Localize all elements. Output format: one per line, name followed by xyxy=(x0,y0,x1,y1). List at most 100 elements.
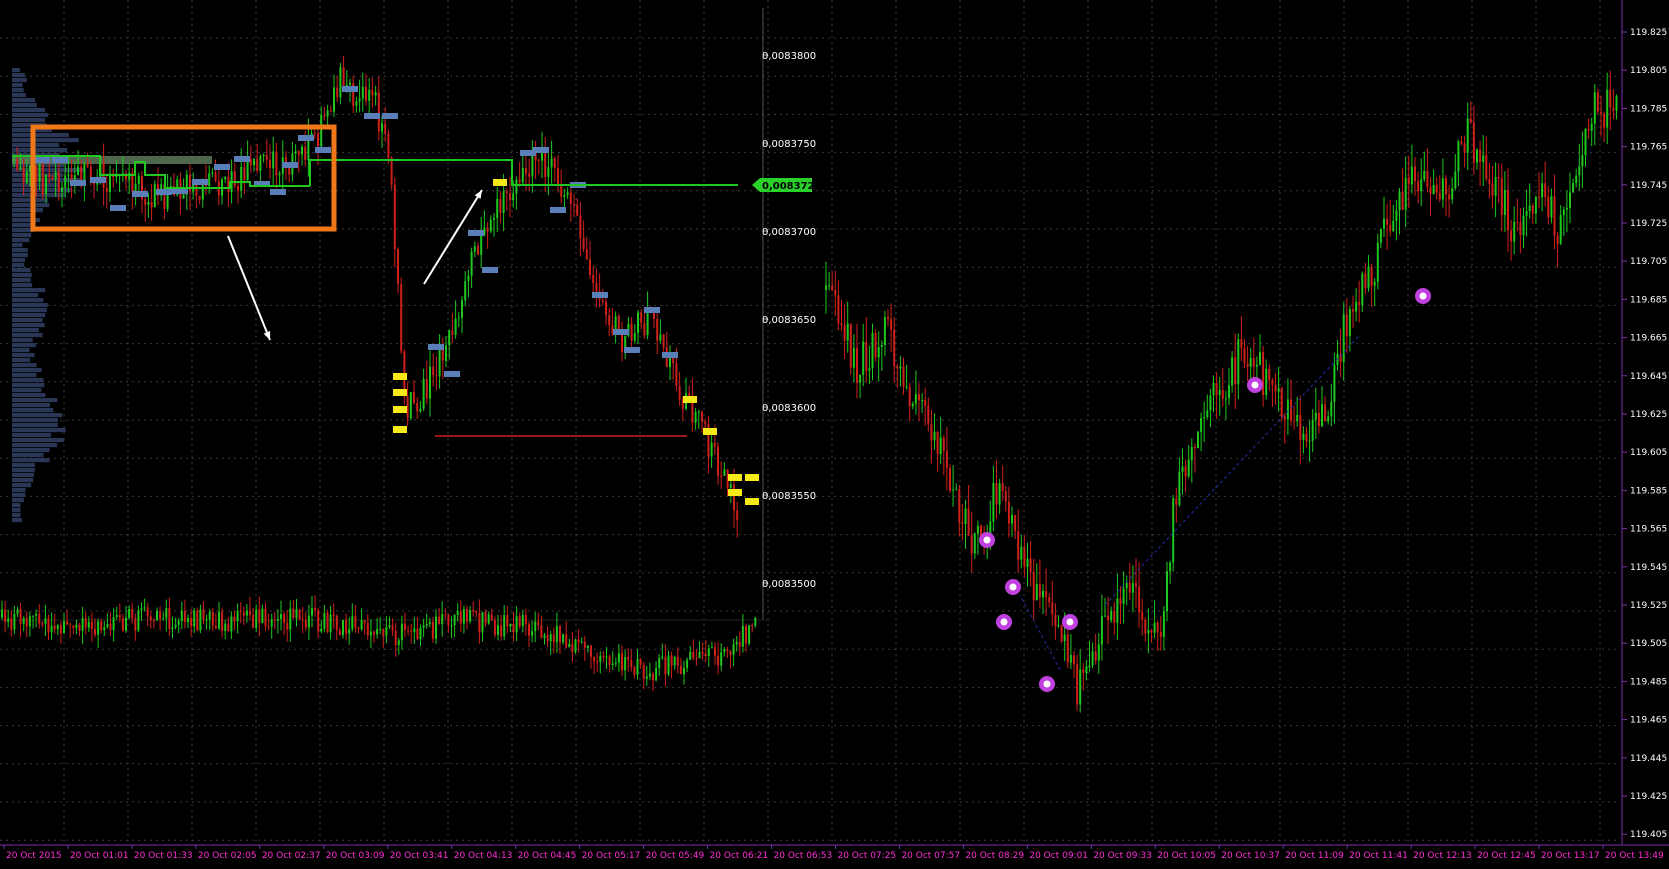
volume-profile-bar xyxy=(12,298,44,303)
sub-candle xyxy=(586,645,589,648)
volume-profile-bar xyxy=(12,363,37,368)
yellow-marker xyxy=(393,389,407,396)
sub-candle xyxy=(78,624,81,631)
sub-candle xyxy=(53,625,56,629)
time-label: 20 Oct 06:21 xyxy=(710,851,769,861)
sub-candle xyxy=(143,607,146,609)
right-candle xyxy=(1553,196,1556,236)
sub-candle xyxy=(710,647,713,649)
left-candle xyxy=(550,158,553,168)
level-marker xyxy=(592,292,608,298)
sub-candle xyxy=(583,641,586,648)
right-candle xyxy=(1274,385,1277,392)
right-candle xyxy=(837,295,840,324)
sub-candle xyxy=(314,608,317,611)
sub-candle xyxy=(590,645,592,657)
yellow-marker xyxy=(703,428,717,435)
sub-candle xyxy=(642,664,645,679)
left-candle xyxy=(461,300,463,318)
volume-profile-bar xyxy=(12,243,23,248)
right-candle xyxy=(1079,669,1082,705)
sub-candle xyxy=(633,667,636,675)
down-arrow xyxy=(227,235,271,341)
left-candle xyxy=(560,184,563,197)
sub-candle xyxy=(453,614,456,626)
sub-candle xyxy=(714,647,716,656)
right-candle xyxy=(1190,447,1193,461)
left-candle xyxy=(435,375,438,377)
right-candle xyxy=(1255,364,1258,367)
left-candle xyxy=(409,392,412,419)
sub-candle xyxy=(227,623,230,632)
sub-candle xyxy=(689,651,692,660)
right-candle xyxy=(1538,196,1540,198)
right-candle xyxy=(939,437,942,455)
time-label: 20 Oct 10:37 xyxy=(1221,851,1280,861)
chart-workspace[interactable]: 0,0083725 0,0083800 0,0083750 0,0083700 0,00… xyxy=(0,0,1669,869)
volume-profile-bar xyxy=(12,193,66,198)
sub-candle xyxy=(404,623,406,631)
sub-candle xyxy=(555,626,558,642)
right-price-label: 119.665 xyxy=(1630,334,1667,344)
right-candle xyxy=(1541,183,1544,198)
right-candle xyxy=(1035,584,1038,601)
chart-canvas[interactable]: 0,0083725 0,0083800 0,0083750 0,0083700 0,00… xyxy=(0,0,1669,869)
sub-candle xyxy=(25,618,28,627)
left-candle xyxy=(41,164,44,195)
right-candle xyxy=(1423,170,1426,180)
sub-candle xyxy=(335,615,338,631)
left-candle xyxy=(573,203,575,206)
left-candle xyxy=(733,484,735,511)
level-marker xyxy=(192,179,208,185)
time-label: 20 Oct 02:37 xyxy=(262,851,321,861)
sub-candle xyxy=(462,609,465,624)
right-candle xyxy=(976,525,979,534)
right-candle xyxy=(1125,582,1128,589)
sub-candle xyxy=(438,616,441,625)
sub-candle xyxy=(648,673,651,677)
right-candle xyxy=(1333,364,1336,402)
level-marker xyxy=(34,157,50,163)
right-candle xyxy=(1451,188,1454,200)
yellow-marker xyxy=(393,373,407,380)
left-candle xyxy=(576,205,579,216)
sub-candle xyxy=(456,611,459,615)
sub-candle xyxy=(156,610,158,621)
sub-candle xyxy=(379,628,382,630)
sub-candle xyxy=(717,655,720,666)
volume-profile-bar xyxy=(12,348,30,353)
left-candle xyxy=(451,330,454,335)
left-candle xyxy=(416,403,419,412)
level-marker xyxy=(156,189,172,195)
right-candle xyxy=(877,347,880,358)
left-candle xyxy=(240,166,243,191)
right-candle xyxy=(924,399,927,406)
left-candle xyxy=(512,193,515,201)
sub-candle xyxy=(47,618,50,633)
sub-candle xyxy=(273,619,276,621)
sub-candle xyxy=(159,610,162,620)
right-candle xyxy=(1249,358,1252,367)
right-candle xyxy=(1463,143,1466,153)
left-price-label: 0,0083650 xyxy=(762,315,816,326)
sub-candle xyxy=(431,621,434,639)
volume-profile-bar xyxy=(12,133,69,138)
sub-candle xyxy=(503,615,506,637)
right-candle xyxy=(1389,224,1392,232)
sub-candle xyxy=(518,616,521,627)
sub-candle xyxy=(608,656,611,665)
right-candle xyxy=(1293,420,1296,422)
right-candle xyxy=(1562,209,1565,216)
sub-candle xyxy=(363,620,366,624)
right-candle xyxy=(918,394,920,401)
right-candle xyxy=(1203,416,1206,419)
sub-candle xyxy=(242,611,245,616)
yellow-marker xyxy=(745,498,759,505)
left-candle xyxy=(275,151,278,176)
right-candle xyxy=(1085,666,1088,674)
sub-candle xyxy=(524,615,527,625)
volume-profile-bar xyxy=(12,453,44,458)
left-candle xyxy=(237,186,239,191)
right-candle xyxy=(899,366,902,369)
sub-candle xyxy=(338,630,341,636)
